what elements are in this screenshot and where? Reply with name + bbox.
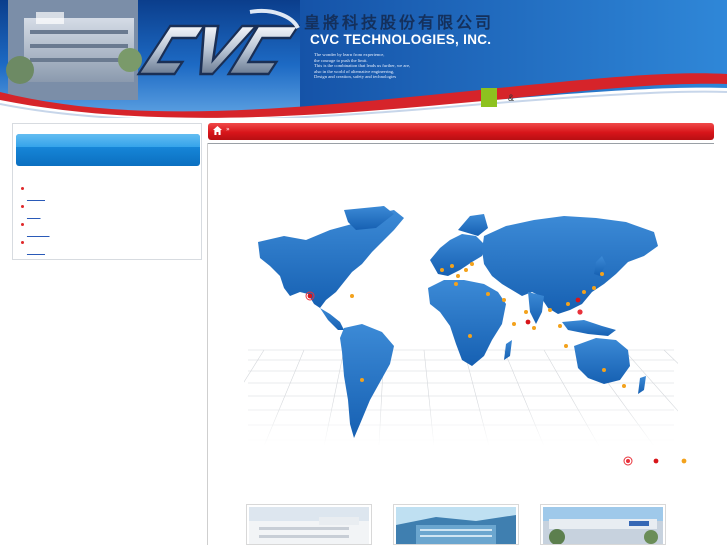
world-map [244, 206, 678, 446]
sidebar-link[interactable]: ____ [27, 193, 45, 201]
thumbnail-office-2[interactable] [393, 504, 519, 545]
cvc-logo[interactable] [122, 8, 312, 94]
company-name-chinese: 皇將科技股份有限公司 [304, 13, 495, 32]
slider-pagination [623, 456, 687, 466]
sidebar-link[interactable]: _____ [27, 229, 50, 237]
left-sidebar: ____ ___ _____ ____ [12, 123, 202, 260]
content-divider [207, 143, 208, 545]
taiwan-marker-icon [577, 309, 583, 315]
slogan-text: The wonder by learn from experience, the… [314, 52, 434, 80]
language-flag-button[interactable] [481, 88, 497, 107]
sidebar-item[interactable]: ___ [21, 202, 50, 220]
slider-dot[interactable] [653, 458, 659, 464]
slider-dot[interactable] [681, 458, 687, 464]
bullet-icon [21, 241, 24, 244]
bullet-icon [21, 223, 24, 226]
building-photo-icon [249, 507, 369, 544]
bullet-icon [21, 205, 24, 208]
hq-marker-icon [307, 293, 313, 299]
sidebar-link[interactable]: ___ [27, 211, 41, 219]
sidebar-title-bar [16, 134, 200, 166]
sidebar-link[interactable]: ____ [27, 247, 45, 255]
sidebar-item[interactable]: ____ [21, 238, 50, 256]
breadcrumb-underline [208, 143, 714, 144]
breadcrumb-separator: » [226, 126, 230, 133]
building-photo-icon [396, 507, 516, 544]
building-photo-icon [543, 507, 663, 544]
thumbnail-office-3[interactable] [540, 504, 666, 545]
page: 皇將科技股份有限公司 CVC TECHNOLOGIES, INC. The wo… [0, 0, 727, 545]
thumbnail-office-1[interactable] [246, 504, 372, 545]
slider-dot-active[interactable] [623, 456, 633, 466]
bullet-icon [21, 187, 24, 190]
ampersand-label: & [508, 93, 515, 103]
company-name-english: CVC TECHNOLOGIES, INC. [310, 32, 492, 47]
sidebar-item[interactable]: _____ [21, 220, 50, 238]
slogan-line: Design and creation, safety and technolo… [314, 74, 397, 79]
breadcrumb-bar [208, 123, 714, 140]
sidebar-menu: ____ ___ _____ ____ [21, 184, 50, 256]
sidebar-item[interactable]: ____ [21, 184, 50, 202]
home-icon[interactable] [212, 125, 223, 136]
header-banner: 皇將科技股份有限公司 CVC TECHNOLOGIES, INC. The wo… [0, 0, 727, 118]
